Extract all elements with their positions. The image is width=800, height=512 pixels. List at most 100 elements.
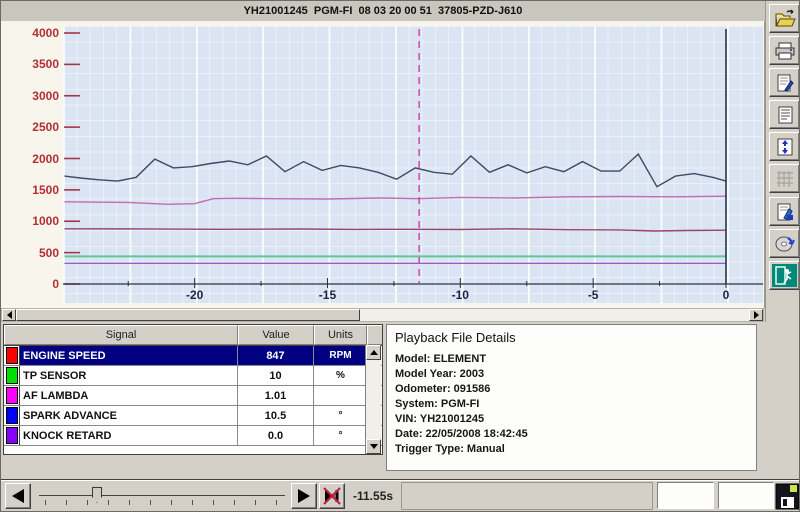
signal-value: 847 — [238, 346, 314, 365]
print-button[interactable] — [769, 36, 800, 65]
signal-units — [314, 386, 367, 405]
table-row[interactable]: SPARK ADVANCE 10.5 ° — [4, 406, 382, 426]
signal-name: KNOCK RETARD — [20, 426, 238, 445]
hds-playback-window: YH21001245 PGM-FI 08 03 20 00 51 37805-P… — [0, 0, 800, 512]
signal-name: TP SENSOR — [20, 366, 238, 385]
slider-track[interactable] — [39, 495, 285, 496]
grid-button[interactable] — [769, 164, 800, 193]
playback-slider[interactable] — [37, 483, 287, 509]
window-title: YH21001245 PGM-FI 08 03 20 00 51 37805-P… — [244, 5, 523, 17]
save-to-disk-button[interactable] — [769, 229, 800, 258]
signal-value: 0.0 — [238, 426, 314, 445]
signal-units: ° — [314, 426, 367, 445]
floppy-disk-icon — [775, 483, 800, 510]
plot-svg — [63, 26, 763, 303]
signal-units: ° — [314, 406, 367, 425]
open-folder-icon — [774, 9, 796, 29]
table-row[interactable]: ENGINE SPEED 847 RPM — [4, 346, 382, 366]
table-scroll-up-button[interactable] — [366, 345, 381, 360]
signal-value: 10.5 — [238, 406, 314, 425]
x-axis-label: -15 — [311, 288, 343, 302]
y-axis-label: 1500 — [23, 182, 59, 198]
header-stub — [367, 325, 382, 345]
report-page-icon — [774, 73, 796, 93]
hscroll-thumb[interactable] — [16, 309, 360, 321]
header-signal: Signal — [4, 325, 238, 345]
step-forward-button[interactable] — [291, 483, 317, 509]
status-cell-2 — [718, 482, 774, 509]
y-axis-label: 1000 — [23, 213, 59, 229]
y-axis-label: 3000 — [23, 88, 59, 104]
scale-adjust-button[interactable] — [769, 132, 800, 161]
snapshot-button[interactable] — [769, 197, 800, 226]
table-scroll-down-button[interactable] — [366, 439, 381, 454]
save-button[interactable] — [774, 481, 800, 511]
up-arrow-icon — [370, 350, 378, 355]
signal-units: RPM — [314, 346, 367, 365]
header-value: Value — [238, 325, 314, 345]
signal-color-swatch — [6, 427, 18, 444]
trace-navy — [65, 154, 727, 187]
hscroll-left-button[interactable] — [2, 309, 16, 321]
step-back-icon — [12, 489, 24, 503]
skip-to-end-icon — [322, 486, 342, 506]
x-axis-label: 0 — [710, 288, 742, 302]
table-row[interactable]: TP SENSOR 10 % — [4, 366, 382, 386]
signal-color-swatch — [6, 387, 18, 404]
slider-ticks — [45, 500, 285, 505]
details-trigger-type: Trigger Type: Manual — [395, 442, 748, 457]
status-panel — [401, 482, 653, 510]
details-title: Playback File Details — [395, 330, 748, 345]
x-axis-label: -20 — [179, 288, 211, 302]
exit-door-icon — [772, 264, 797, 287]
details-model-year: Model Year: 2003 — [395, 367, 748, 382]
lower-section: Signal Value Units ENGINE SPEED 847 RPM … — [1, 322, 800, 479]
open-file-button[interactable] — [769, 4, 800, 33]
table-row[interactable]: AF LAMBDA 1.01 — [4, 386, 382, 406]
signal-name: ENGINE SPEED — [20, 346, 238, 365]
horizontal-scrollbar[interactable] — [1, 308, 764, 322]
printer-icon — [774, 41, 796, 61]
y-axis-label: 500 — [23, 245, 59, 261]
y-axis-label: 0 — [23, 276, 59, 292]
signal-name: SPARK ADVANCE — [20, 406, 238, 425]
exit-button[interactable] — [769, 261, 800, 290]
y-axis-label: 3500 — [23, 56, 59, 72]
step-back-button[interactable] — [5, 483, 31, 509]
left-arrow-icon — [7, 311, 12, 319]
data-list-button[interactable] — [769, 100, 800, 129]
signal-table: Signal Value Units ENGINE SPEED 847 RPM … — [3, 324, 383, 455]
step-forward-icon — [298, 489, 310, 503]
print-report-button[interactable] — [769, 68, 800, 97]
details-date: Date: 22/05/2008 18:42:45 — [395, 427, 748, 442]
y-axis-label: 2000 — [23, 151, 59, 167]
playback-control-bar: -11.55s — [1, 479, 800, 512]
header-units: Units — [314, 325, 367, 345]
snapshot-page-icon — [774, 202, 796, 222]
disk-icon — [774, 234, 796, 254]
signal-value: 1.01 — [238, 386, 314, 405]
down-arrow-icon — [370, 444, 378, 449]
title-bar: YH21001245 PGM-FI 08 03 20 00 51 37805-P… — [1, 1, 765, 22]
details-vin: VIN: YH21001245 — [395, 412, 748, 427]
trace-magenta — [65, 196, 727, 204]
signal-table-header: Signal Value Units — [4, 325, 382, 346]
right-arrow-icon — [754, 311, 759, 319]
details-odometer: Odometer: 091586 — [395, 382, 748, 397]
skip-to-end-button[interactable] — [319, 483, 345, 509]
chart-region: 40003500300025002000150010005000-20-15-1… — [1, 21, 765, 308]
grid-icon — [774, 169, 796, 189]
trace-maroon — [65, 229, 727, 231]
details-system: System: PGM-FI — [395, 397, 748, 412]
y-axis-label: 4000 — [23, 25, 59, 41]
hscroll-right-button[interactable] — [749, 309, 763, 321]
signal-color-swatch — [6, 407, 18, 424]
signal-value: 10 — [238, 366, 314, 385]
signal-units: % — [314, 366, 367, 385]
playback-file-details: Playback File Details Model: ELEMENT Mod… — [386, 324, 757, 471]
table-row[interactable]: KNOCK RETARD 0.0 ° — [4, 426, 382, 446]
x-axis-label: -10 — [444, 288, 476, 302]
list-page-icon — [774, 105, 796, 125]
signal-color-swatch — [6, 347, 18, 364]
table-scrollbar[interactable] — [365, 345, 381, 454]
